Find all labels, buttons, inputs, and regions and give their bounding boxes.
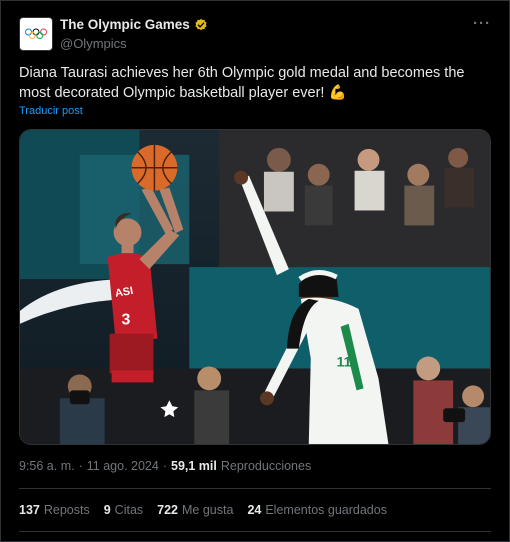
stat-count: 137 xyxy=(19,503,40,517)
name-row: The Olympic Games xyxy=(60,17,208,32)
basketball-photo: ASI 3 11 xyxy=(20,130,490,444)
tweet-time[interactable]: 9:56 a. m. xyxy=(19,459,75,473)
account-handle[interactable]: @Olympics xyxy=(60,36,127,51)
views-label: Reproducciones xyxy=(220,459,312,473)
stat-reposts[interactable]: 137 Reposts xyxy=(19,503,90,517)
stat-label: Citas xyxy=(114,503,144,517)
tweet-header: The Olympic Games @Olympics ··· xyxy=(19,15,495,55)
stat-count: 722 xyxy=(157,503,179,517)
stat-label: Me gusta xyxy=(182,503,234,517)
meta-separator: · xyxy=(78,459,83,473)
tweet-photo[interactable]: ASI 3 11 xyxy=(19,129,491,445)
jersey-right-number: 11 xyxy=(337,354,352,370)
olympic-rings-icon xyxy=(25,28,47,39)
stat-count: 24 xyxy=(247,503,262,517)
translate-link[interactable]: Traducir post xyxy=(19,105,83,117)
display-name[interactable]: The Olympic Games xyxy=(60,17,190,32)
meta-separator-2: · xyxy=(162,459,167,473)
stat-quotes[interactable]: 9 Citas xyxy=(104,503,143,517)
stat-label: Reposts xyxy=(43,503,90,517)
more-options-icon[interactable]: ··· xyxy=(473,15,491,33)
stat-bookmarks[interactable]: 24 Elementos guardados xyxy=(247,503,387,517)
avatar[interactable] xyxy=(19,17,53,51)
verified-badge-icon xyxy=(195,18,207,30)
tweet-card: The Olympic Games @Olympics ··· Diana Ta… xyxy=(0,0,510,542)
tweet-date[interactable]: 11 ago. 2024 xyxy=(87,459,159,473)
engagement-stats: 137 Reposts 9 Citas 722 Me gusta 24 Elem… xyxy=(19,503,387,517)
tweet-meta: 9:56 a. m. · 11 ago. 2024 · 59,1 mil Rep… xyxy=(19,459,311,473)
stat-likes[interactable]: 722 Me gusta xyxy=(157,503,233,517)
stat-count: 9 xyxy=(103,503,111,517)
stat-label: Elementos guardados xyxy=(265,503,387,517)
divider xyxy=(19,488,491,489)
tweet-text: Diana Taurasi achieves her 6th Olympic g… xyxy=(19,65,465,101)
divider xyxy=(19,531,491,532)
jersey-left-number: 3 xyxy=(122,312,131,329)
views-count: 59,1 mil xyxy=(171,459,217,473)
